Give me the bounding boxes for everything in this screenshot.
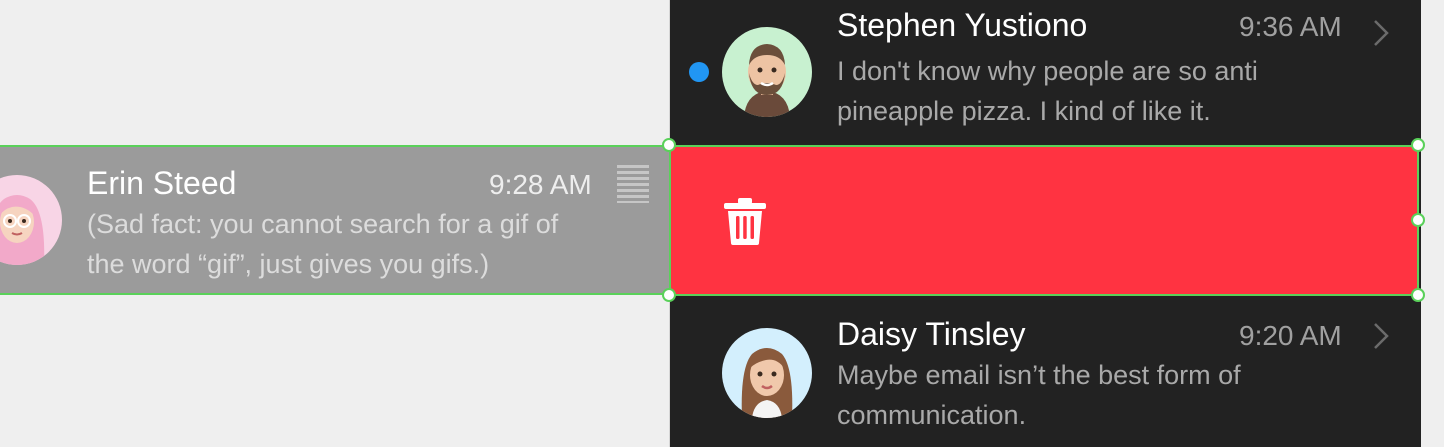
message-time: 9:36 AM (1239, 11, 1342, 42)
preview-line: I don't know why people are so anti (837, 56, 1258, 86)
preview-line: (Sad fact: you cannot search for a gif o… (87, 209, 559, 239)
message-preview: (Sad fact: you cannot search for a gif o… (87, 204, 558, 284)
resize-handle[interactable] (1411, 213, 1425, 227)
preview-line: the word “gif”, just gives you gifs.) (87, 249, 490, 279)
resize-handle[interactable] (1411, 138, 1425, 152)
resize-handle[interactable] (1411, 288, 1425, 302)
preview-line: pineapple pizza. I kind of like it. (837, 96, 1211, 126)
sender-name: Stephen Yustiono (837, 7, 1088, 43)
message-time: 9:20 AM (1239, 320, 1342, 351)
message-preview: I don't know why people are so anti pine… (837, 51, 1258, 131)
sender-name: Erin Steed (87, 165, 237, 201)
message-row-erin-dragged[interactable]: Erin Steed 9:28 AM (Sad fact: you cannot… (0, 145, 669, 295)
chevron-right-icon (1374, 20, 1389, 46)
drag-handle-icon[interactable] (617, 165, 649, 203)
message-row-daisy[interactable]: Daisy Tinsley 9:20 AM Maybe email isn’t … (669, 296, 1421, 446)
trash-icon (724, 198, 766, 245)
sender-name: Daisy Tinsley (837, 316, 1026, 352)
avatar (722, 328, 812, 418)
resize-handle[interactable] (662, 138, 676, 152)
chevron-right-icon (1374, 323, 1389, 349)
message-row-stephen[interactable]: Stephen Yustiono 9:36 AM I don't know wh… (669, 0, 1421, 145)
unread-indicator (689, 62, 709, 82)
preview-line: Maybe email isn’t the best form of (837, 360, 1241, 390)
avatar (722, 27, 812, 117)
resize-handle[interactable] (662, 288, 676, 302)
message-time: 9:28 AM (489, 169, 592, 200)
avatar (0, 175, 62, 265)
preview-line: communication. (837, 400, 1027, 430)
message-preview: Maybe email isn’t the best form of commu… (837, 355, 1241, 435)
delete-action[interactable] (669, 145, 1419, 296)
